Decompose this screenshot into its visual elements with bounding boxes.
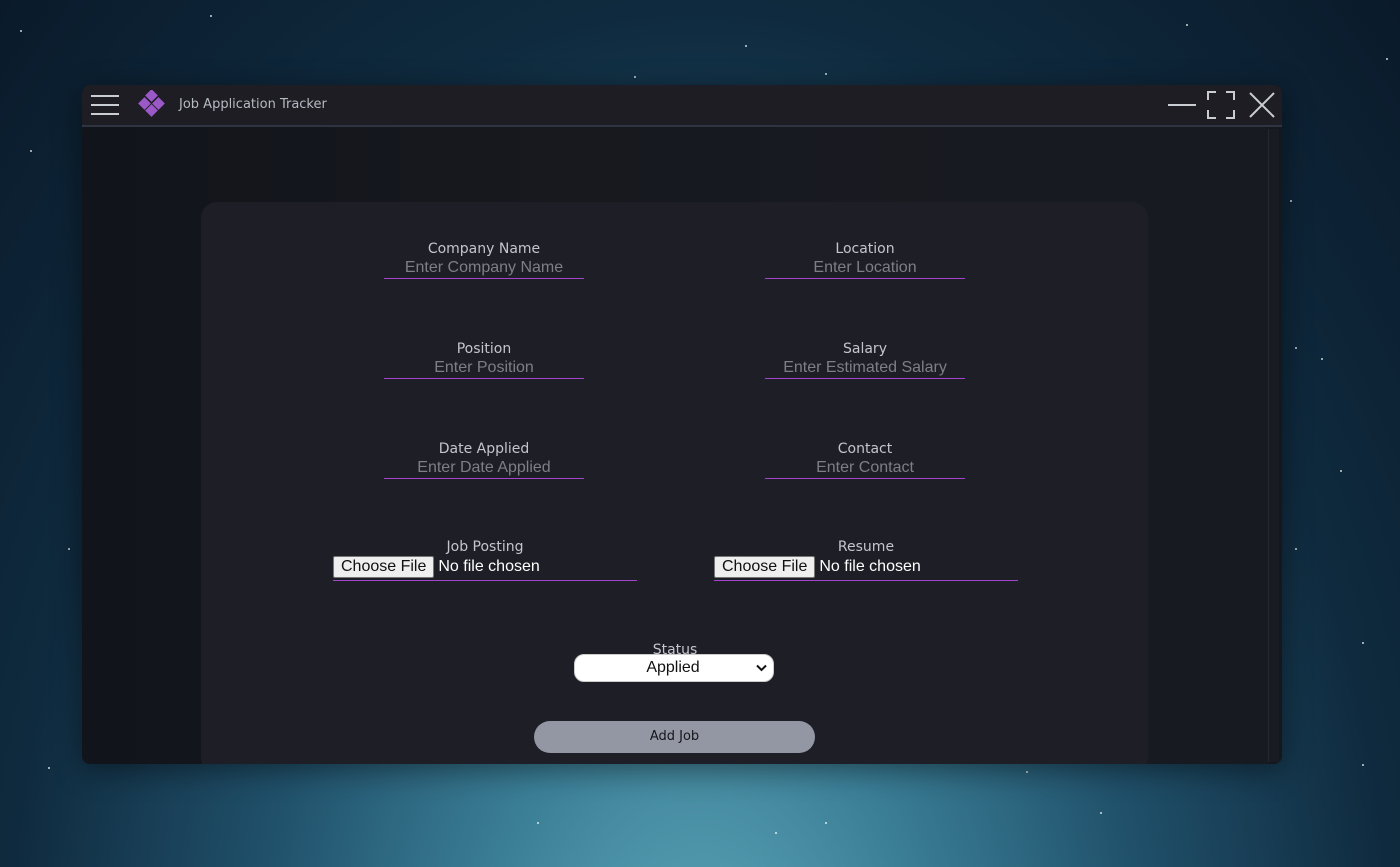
resume-choose-file-button[interactable]: Choose File	[714, 556, 816, 578]
resume-label: Resume	[837, 539, 895, 555]
location-field: Location	[765, 240, 965, 279]
salary-input[interactable]	[765, 358, 965, 379]
minimize-icon[interactable]	[1168, 91, 1196, 119]
contact-label: Contact	[837, 441, 893, 457]
salary-label: Salary	[843, 341, 887, 357]
date-applied-input[interactable]	[384, 458, 584, 479]
contact-field: Contact	[765, 440, 965, 479]
chevron-down-icon	[756, 664, 767, 672]
date-applied-field: Date Applied	[384, 440, 584, 479]
resume-file-input: Choose File No file chosen	[714, 556, 1018, 581]
job-posting-file-input: Choose File No file chosen	[333, 556, 637, 581]
salary-field: Salary	[765, 340, 965, 379]
close-icon[interactable]	[1248, 91, 1276, 119]
position-field: Position	[384, 340, 584, 379]
hamburger-menu-icon[interactable]	[91, 93, 119, 117]
resume-file-status: No file chosen	[819, 558, 921, 575]
status-selected-value: Applied	[646, 659, 700, 676]
job-posting-file-status: No file chosen	[438, 558, 540, 575]
app-logo-icon	[138, 90, 165, 117]
maximize-icon[interactable]	[1207, 91, 1235, 119]
location-label: Location	[835, 241, 895, 257]
app-window: Job Application Tracker Company Name Ent…	[82, 85, 1282, 764]
job-posting-choose-file-button[interactable]: Choose File	[333, 556, 435, 578]
add-job-button[interactable]: Add Job	[534, 721, 815, 753]
content-area: Company Name Location Position Salary Da…	[82, 127, 1268, 764]
position-input[interactable]	[384, 358, 584, 379]
company-name-input[interactable]	[384, 258, 584, 279]
contact-input[interactable]	[765, 458, 965, 479]
resume-field: Resume Choose File No file chosen	[714, 538, 1018, 581]
app-title: Job Application Tracker	[179, 97, 327, 112]
title-bar: Job Application Tracker	[82, 85, 1282, 127]
position-label: Position	[456, 341, 512, 357]
company-name-label: Company Name	[427, 241, 541, 257]
company-name-field: Company Name	[384, 240, 584, 279]
scrollbar[interactable]	[1268, 129, 1279, 762]
job-posting-label: Job Posting	[446, 539, 524, 555]
add-job-form: Company Name Location Position Salary Da…	[201, 202, 1148, 764]
job-posting-field: Job Posting Choose File No file chosen	[333, 538, 637, 581]
status-select[interactable]: Applied	[574, 654, 774, 682]
date-applied-label: Date Applied	[438, 441, 530, 457]
location-input[interactable]	[765, 258, 965, 279]
